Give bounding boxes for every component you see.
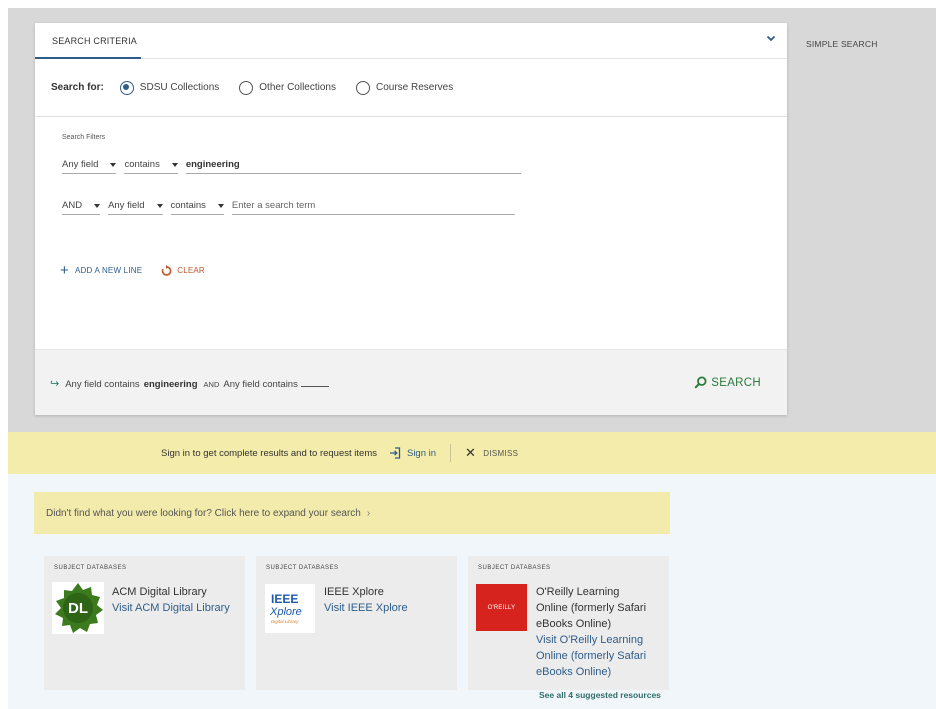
- boolean-select-value: AND: [62, 200, 83, 211]
- dismiss-button[interactable]: ✕ DISMISS: [465, 445, 518, 461]
- divider: [450, 444, 452, 462]
- summary-operator: contains: [104, 379, 140, 390]
- search-icon: [694, 376, 707, 389]
- field-select-value: Any field: [108, 200, 145, 211]
- oreilly-logo: O'REILLY: [476, 584, 527, 631]
- ieee-logo-line3: Digital Library: [271, 619, 299, 624]
- resource-link-line[interactable]: Visit O'Reilly Learning: [536, 632, 643, 648]
- scope-label: SDSU Collections: [139, 82, 220, 93]
- boolean-select[interactable]: AND: [62, 200, 101, 215]
- chevron-down-icon[interactable]: [765, 32, 777, 44]
- resource-heading: SUBJECT DATABASES: [54, 565, 127, 571]
- resource-card-oreilly: SUBJECT DATABASES O'REILLY O'Reilly Lear…: [468, 556, 669, 690]
- summary-term: engineering: [143, 379, 198, 390]
- caret-down-icon: [156, 203, 163, 208]
- operator-select-value: contains: [170, 200, 206, 211]
- ieee-logo-line2: Xplore: [269, 606, 302, 618]
- ieee-logo: IEEE Xplore Digital Library: [265, 584, 315, 633]
- operator-select[interactable]: contains: [124, 159, 178, 174]
- scope-course-reserves[interactable]: Course Reserves: [355, 80, 454, 95]
- resource-link[interactable]: Visit IEEE Xplore: [324, 600, 408, 616]
- summary-operator: contains: [262, 379, 298, 390]
- caret-down-icon: [94, 203, 101, 208]
- scope-label: Other Collections: [259, 82, 336, 93]
- see-all-resources-link[interactable]: See all 4 suggested resources: [539, 690, 661, 700]
- signin-message: Sign in to get complete results and to r…: [161, 447, 377, 459]
- clear-label: CLEAR: [177, 266, 205, 275]
- filter-actions: + ADD A NEW LINE CLEAR: [60, 263, 205, 278]
- search-term-input[interactable]: Enter a search term: [231, 200, 515, 215]
- tab-active-indicator: [35, 57, 141, 59]
- summary-boolean: AND: [203, 380, 220, 389]
- field-select[interactable]: Any field: [108, 200, 163, 215]
- close-icon: ✕: [465, 445, 477, 460]
- filter-row-1: Any field contains engineering: [62, 159, 521, 174]
- filter-row-2: AND Any field contains Enter a search te…: [62, 200, 515, 215]
- summary-field: Any field: [223, 379, 260, 390]
- resource-link-line[interactable]: Online (formerly Safari: [536, 648, 646, 664]
- dismiss-label: DISMISS: [483, 448, 519, 458]
- resource-title-line: eBooks Online): [536, 618, 612, 630]
- radio-selected-icon[interactable]: [119, 80, 134, 95]
- field-select-value: Any field: [62, 159, 99, 170]
- caret-down-icon: [217, 203, 224, 208]
- search-summary-bar: ↪ Any field contains engineering AND Any…: [35, 349, 787, 415]
- resource-title: ACM Digital Library: [112, 586, 207, 598]
- radio-unselected-icon[interactable]: [355, 80, 370, 95]
- caret-down-icon: [171, 162, 178, 167]
- resource-heading: SUBJECT DATABASES: [266, 565, 339, 571]
- resource-link[interactable]: Visit ACM Digital Library: [112, 600, 230, 616]
- summary-empty-term: [300, 386, 329, 387]
- resource-title-line: O'Reilly Learning: [536, 586, 620, 598]
- scope-sdsu-collections[interactable]: SDSU Collections: [119, 80, 220, 95]
- plus-icon: +: [60, 262, 69, 279]
- card-header: SEARCH CRITERIA: [35, 23, 787, 59]
- scope-other-collections[interactable]: Other Collections: [239, 80, 336, 95]
- resource-title-line: Online (formerly Safari: [536, 602, 647, 614]
- radio-unselected-icon[interactable]: [239, 80, 254, 95]
- search-filters-label: Search Filters: [62, 134, 106, 141]
- chevron-right-icon: ›: [366, 507, 371, 519]
- acm-logo-text: DL: [68, 600, 88, 617]
- sign-in-icon: [389, 447, 401, 459]
- search-button-label: SEARCH: [711, 376, 761, 389]
- expand-search-link[interactable]: Didn't find what you were looking for? C…: [34, 492, 670, 534]
- resource-title: IEEE Xplore: [324, 586, 384, 598]
- ieee-logo-line1: IEEE: [271, 592, 298, 606]
- field-select[interactable]: Any field: [62, 159, 117, 174]
- search-area: SEARCH CRITERIA Search for: SDSU Collect…: [8, 8, 936, 432]
- reset-icon: [162, 264, 172, 276]
- operator-select[interactable]: contains: [170, 200, 224, 215]
- resource-card-acm: SUBJECT DATABASES DL ACM Digital Library…: [44, 556, 245, 690]
- search-scope-row: Search for: SDSU Collections Other Colle…: [35, 59, 787, 117]
- simple-search-link[interactable]: SIMPLE SEARCH: [806, 39, 878, 49]
- caret-down-icon: [110, 162, 117, 167]
- signin-banner: Sign in to get complete results and to r…: [8, 432, 936, 474]
- add-new-line-label: ADD A NEW LINE: [74, 266, 143, 275]
- summary-field: Any field: [65, 379, 102, 390]
- resource-heading: SUBJECT DATABASES: [478, 565, 551, 571]
- resource-link-line[interactable]: eBooks Online): [536, 664, 611, 680]
- operator-select-value: contains: [124, 159, 160, 170]
- search-term-input[interactable]: engineering: [185, 159, 521, 174]
- tab-search-criteria[interactable]: SEARCH CRITERIA: [52, 36, 137, 46]
- scope-label: Course Reserves: [375, 82, 454, 93]
- resource-card-ieee: SUBJECT DATABASES IEEE Xplore Digital Li…: [256, 556, 457, 690]
- signin-button[interactable]: Sign in: [389, 447, 436, 459]
- query-summary: ↪ Any field contains engineering AND Any…: [50, 377, 329, 390]
- signin-label: Sign in: [406, 447, 437, 459]
- search-filters: Search Filters Any field contains engine…: [35, 118, 787, 352]
- acm-logo: DL: [52, 582, 104, 634]
- search-button[interactable]: SEARCH: [694, 376, 761, 389]
- advanced-search-card: SEARCH CRITERIA Search for: SDSU Collect…: [35, 23, 787, 415]
- clear-button[interactable]: CLEAR: [160, 264, 205, 277]
- return-arrow-icon: ↪: [50, 378, 60, 390]
- expand-search-text: Didn't find what you were looking for? C…: [46, 507, 361, 519]
- add-new-line-button[interactable]: + ADD A NEW LINE: [60, 263, 142, 278]
- search-for-label: Search for:: [51, 82, 104, 93]
- results-area: Didn't find what you were looking for? C…: [8, 474, 936, 709]
